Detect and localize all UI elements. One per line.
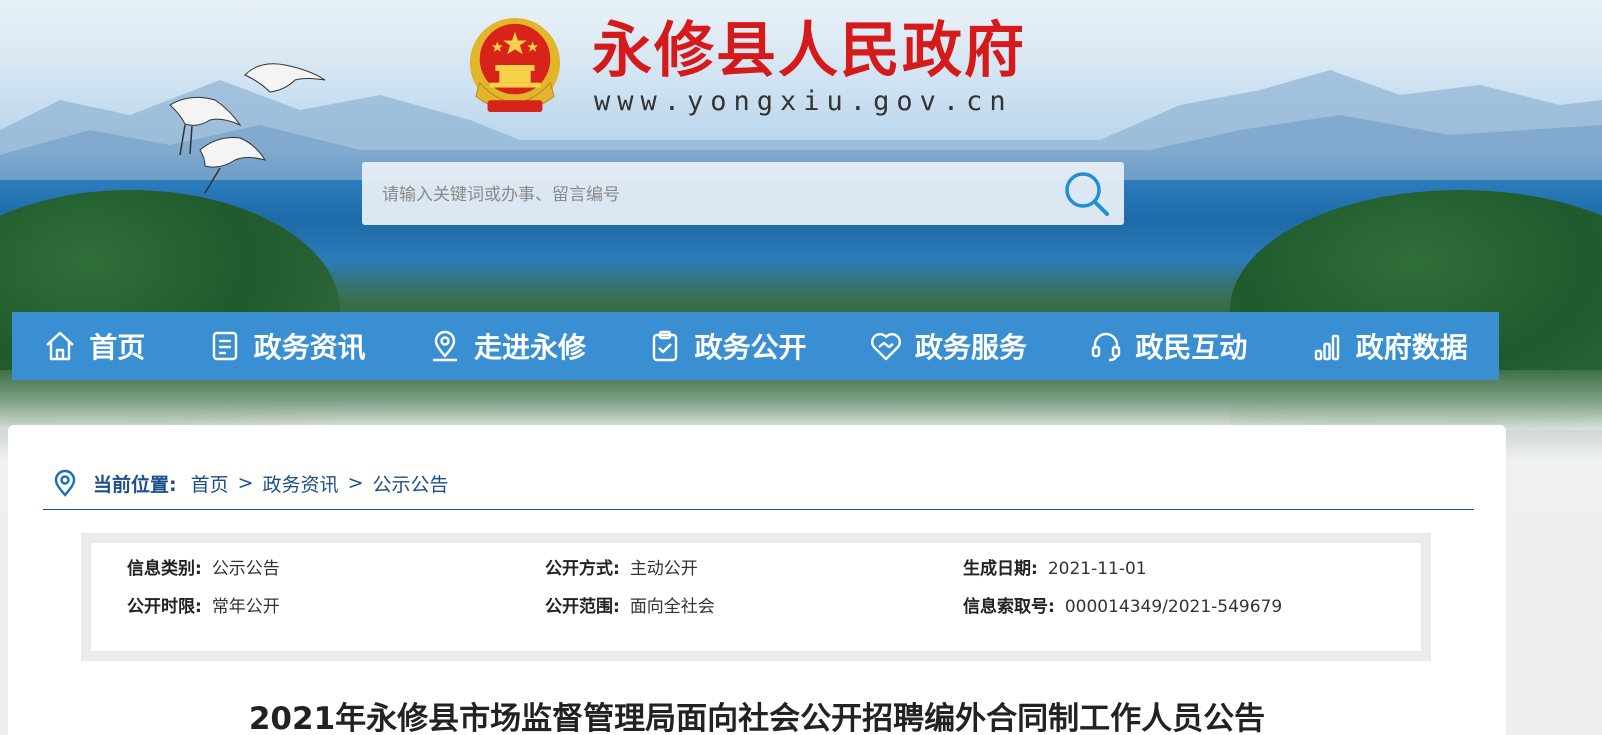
breadcrumb-link-notices[interactable]: 公示公告	[372, 470, 448, 497]
national-emblem-icon	[469, 17, 561, 113]
content-card: 当前位置: 首页 > 政务资讯 > 公示公告 信息类别: 公示公告 公开方式: 主动…	[8, 425, 1506, 735]
handshake-heart-icon	[870, 333, 901, 361]
nav-item-label: 政民互动	[1135, 331, 1248, 364]
article-title: 2021年永修县市场监督管理局面向社会公开招聘编外合同制工作人员公告	[248, 701, 1266, 735]
meta-label: 信息类别:	[127, 559, 202, 579]
page: 永修县人民政府 www.yongxiu.gov.cn 首页 政务资讯 走进永修	[0, 0, 1602, 735]
site-url: www.yongxiu.gov.cn	[594, 86, 1013, 117]
site-title: 永修县人民政府	[592, 16, 1026, 86]
location-pin-icon	[54, 469, 76, 497]
meta-value: 面向全社会	[629, 597, 715, 617]
metadata-grid: 信息类别: 公示公告 公开方式: 主动公开 生成日期: 2021-11-01 公开时限…	[127, 557, 1407, 619]
meta-label: 公开方式:	[545, 559, 620, 579]
nav-item-label: 走进永修	[474, 331, 587, 364]
cranes-decoration	[169, 63, 326, 194]
breadcrumb: 当前位置: 首页 > 政务资讯 > 公示公告	[53, 469, 449, 497]
home-icon	[46, 331, 75, 361]
meta-scope: 公开范围: 面向全社会	[545, 595, 963, 619]
nav-item-services[interactable]: 政务服务	[869, 326, 1027, 366]
meta-label: 生成日期:	[963, 559, 1038, 579]
nav-item-label: 政务资讯	[253, 331, 366, 364]
bar-chart-icon	[1314, 334, 1339, 361]
meta-value: 000014349/2021-549679	[1064, 597, 1283, 617]
main-nav: 首页 政务资讯 走进永修 政务公开 政务服务 政民互动 政府数据	[12, 312, 1499, 380]
document-icon	[212, 331, 237, 361]
info-metadata-box: 信息类别: 公示公告 公开方式: 主动公开 生成日期: 2021-11-01 公开时限…	[81, 533, 1431, 661]
nav-item-about[interactable]: 走进永修	[428, 326, 586, 366]
nav-item-label: 政务公开	[694, 331, 807, 364]
breadcrumb-lead: 当前位置:	[93, 473, 177, 496]
nav-item-news[interactable]: 政务资讯	[208, 326, 366, 366]
meta-label: 公开时限:	[127, 597, 202, 617]
nav-item-label: 政务服务	[914, 331, 1027, 364]
breadcrumb-separator: >	[237, 472, 254, 494]
meta-label: 公开范围:	[545, 597, 620, 617]
nav-item-home[interactable]: 首页	[43, 326, 145, 366]
headset-icon	[1092, 332, 1121, 362]
search-icon[interactable]	[1062, 170, 1112, 218]
breadcrumb-link-news[interactable]: 政务资讯	[263, 470, 339, 497]
meta-value: 2021-11-01	[1047, 559, 1147, 579]
breadcrumb-divider	[43, 509, 1474, 510]
nav-item-label: 政府数据	[1355, 331, 1468, 364]
breadcrumb-link-home[interactable]: 首页	[191, 470, 229, 497]
nav-item-label: 首页	[89, 331, 146, 364]
breadcrumb-separator: >	[347, 472, 364, 494]
meta-label: 信息索取号:	[963, 597, 1055, 617]
location-pin-icon	[433, 330, 458, 362]
meta-date: 生成日期: 2021-11-01	[963, 557, 1403, 581]
search-input[interactable]	[380, 162, 1044, 227]
meta-value: 公示公告	[211, 559, 280, 579]
meta-period: 公开时限: 常年公开	[127, 595, 545, 619]
nav-item-disclosure[interactable]: 政务公开	[648, 326, 806, 366]
meta-category: 信息类别: 公示公告	[127, 557, 545, 581]
clipboard-check-icon	[653, 330, 678, 362]
meta-value: 主动公开	[629, 559, 698, 579]
meta-index: 信息索取号: 000014349/2021-549679	[963, 595, 1403, 619]
meta-value: 常年公开	[211, 597, 280, 617]
search-bar	[362, 162, 1124, 227]
meta-method: 公开方式: 主动公开	[545, 557, 963, 581]
nav-item-interaction[interactable]: 政民互动	[1089, 326, 1247, 366]
nav-item-data[interactable]: 政府数据	[1310, 326, 1468, 366]
